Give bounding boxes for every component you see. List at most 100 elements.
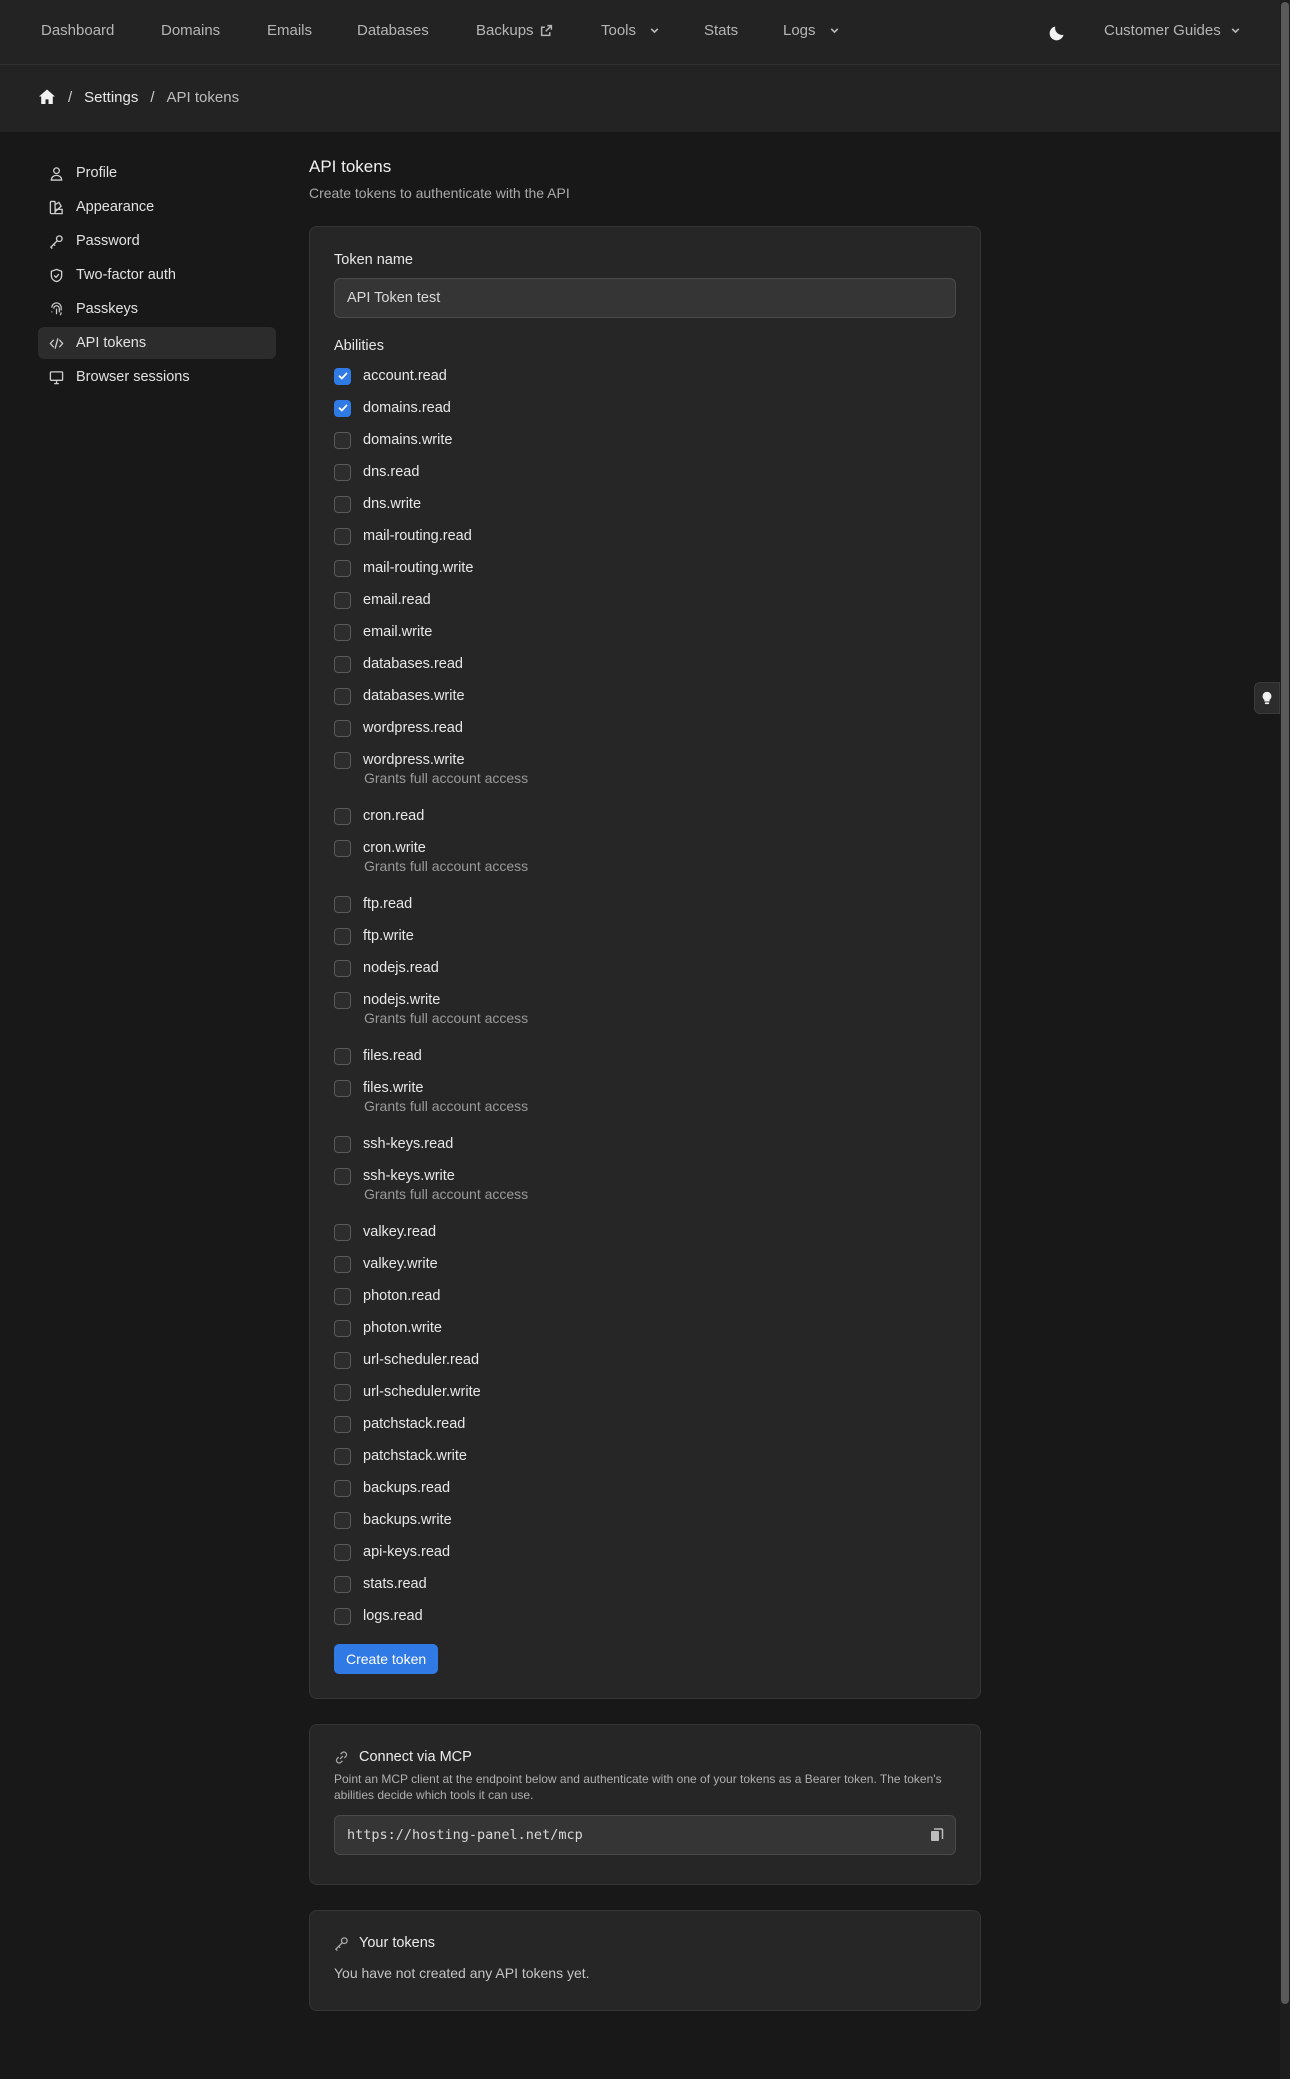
sidebar-item-two-factor[interactable]: Two-factor auth [38,259,276,291]
ability-item: cron.read [334,800,956,832]
ability-item: files.read [334,1040,956,1072]
ability-checkbox[interactable] [334,399,351,417]
breadcrumb-settings[interactable]: Settings [84,89,138,106]
ability-checkbox[interactable] [334,1575,351,1593]
scrollbar-thumb[interactable] [1281,2,1289,2004]
nav-backups[interactable]: Backups [476,22,553,39]
nav-stats[interactable]: Stats [704,22,738,39]
ability-checkbox[interactable] [334,687,351,705]
sidebar-item-appearance[interactable]: Appearance [38,191,276,223]
ability-checkbox[interactable] [334,623,351,641]
ability-checkbox[interactable] [334,527,351,545]
ability-row[interactable]: databases.write [334,680,956,712]
ability-row[interactable]: valkey.read [334,1216,956,1248]
ability-row[interactable]: ssh-keys.read [334,1128,956,1160]
ability-checkbox[interactable] [334,1415,351,1433]
sidebar-item-passkeys[interactable]: Passkeys [38,293,276,325]
ability-row[interactable]: photon.read [334,1280,956,1312]
token-name-input[interactable] [334,278,956,318]
ability-checkbox[interactable] [334,895,351,913]
ability-checkbox[interactable] [334,839,351,857]
nav-tools[interactable]: Tools [601,22,661,39]
ability-row[interactable]: account.read [334,360,956,392]
ability-checkbox[interactable] [334,1135,351,1153]
sidebar-item-api-tokens[interactable]: API tokens [38,327,276,359]
ability-row[interactable]: dns.write [334,488,956,520]
nav-domains[interactable]: Domains [161,22,220,39]
ability-checkbox[interactable] [334,1223,351,1241]
ability-checkbox[interactable] [334,1447,351,1465]
ability-row[interactable]: domains.write [334,424,956,456]
ability-row[interactable]: patchstack.read [334,1408,956,1440]
ability-row[interactable]: stats.read [334,1568,956,1600]
ability-checkbox[interactable] [334,719,351,737]
ability-checkbox[interactable] [334,751,351,769]
ability-checkbox[interactable] [334,367,351,385]
ability-checkbox[interactable] [334,1047,351,1065]
ability-row[interactable]: cron.read [334,800,956,832]
copy-icon[interactable] [929,1827,945,1843]
nav-databases-label: Databases [357,22,429,39]
ability-row[interactable]: backups.write [334,1504,956,1536]
nav-emails-label: Emails [267,22,313,39]
ability-row[interactable]: dns.read [334,456,956,488]
ability-checkbox[interactable] [334,1607,351,1625]
ability-checkbox[interactable] [334,991,351,1009]
nav-dashboard[interactable]: Dashboard [41,22,114,39]
ability-checkbox[interactable] [334,1255,351,1273]
sidebar-item-profile[interactable]: Profile [38,157,276,189]
ability-checkbox[interactable] [334,559,351,577]
ability-checkbox[interactable] [334,1383,351,1401]
create-token-button[interactable]: Create token [334,1644,439,1674]
ability-checkbox[interactable] [334,959,351,977]
ability-checkbox[interactable] [334,463,351,481]
ability-checkbox[interactable] [334,655,351,673]
ability-label: photon.write [363,1320,442,1336]
sidebar-item-password[interactable]: Password [38,225,276,257]
ability-row[interactable]: databases.read [334,648,956,680]
ability-row[interactable]: ftp.read [334,888,956,920]
ability-row[interactable]: url-scheduler.write [334,1376,956,1408]
ability-checkbox[interactable] [334,1287,351,1305]
ability-row[interactable]: wordpress.read [334,712,956,744]
ability-row[interactable]: logs.read [334,1600,956,1632]
ability-checkbox[interactable] [334,431,351,449]
nav-logs[interactable]: Logs [783,22,841,39]
sidebar-item-browser-sessions[interactable]: Browser sessions [38,361,276,393]
ability-row[interactable]: valkey.write [334,1248,956,1280]
ability-row[interactable]: api-keys.read [334,1536,956,1568]
ability-checkbox[interactable] [334,1319,351,1337]
ability-checkbox[interactable] [334,495,351,513]
ability-checkbox[interactable] [334,927,351,945]
nav-emails[interactable]: Emails [267,22,312,39]
ability-row[interactable]: mail-routing.write [334,552,956,584]
nav-domains-label: Domains [161,22,221,39]
ability-checkbox[interactable] [334,1511,351,1529]
ability-checkbox[interactable] [334,1167,351,1185]
ability-row[interactable]: files.read [334,1040,956,1072]
token-name-label: Token name [334,252,413,268]
moon-icon[interactable] [1048,22,1068,42]
ability-checkbox[interactable] [334,1079,351,1097]
ability-checkbox[interactable] [334,1351,351,1369]
ability-checkbox[interactable] [334,1543,351,1561]
ability-checkbox[interactable] [334,1479,351,1497]
nav-databases[interactable]: Databases [357,22,429,39]
ability-row[interactable]: nodejs.read [334,952,956,984]
ability-row[interactable]: email.read [334,584,956,616]
ability-row[interactable]: patchstack.write [334,1440,956,1472]
ability-row[interactable]: mail-routing.read [334,520,956,552]
ability-checkbox[interactable] [334,591,351,609]
ability-row[interactable]: backups.read [334,1472,956,1504]
ability-label: databases.read [363,656,463,672]
ability-row[interactable]: url-scheduler.read [334,1344,956,1376]
customer-guides-menu[interactable]: Customer Guides [1104,22,1242,39]
ability-row[interactable]: email.write [334,616,956,648]
ability-checkbox[interactable] [334,807,351,825]
ability-row[interactable]: ftp.write [334,920,956,952]
home-icon[interactable] [38,88,56,106]
ability-row[interactable]: photon.write [334,1312,956,1344]
mcp-endpoint-field[interactable]: https://hosting-panel.net/mcp [334,1815,956,1855]
ability-row[interactable]: domains.read [334,392,956,424]
tips-button[interactable] [1254,682,1280,714]
